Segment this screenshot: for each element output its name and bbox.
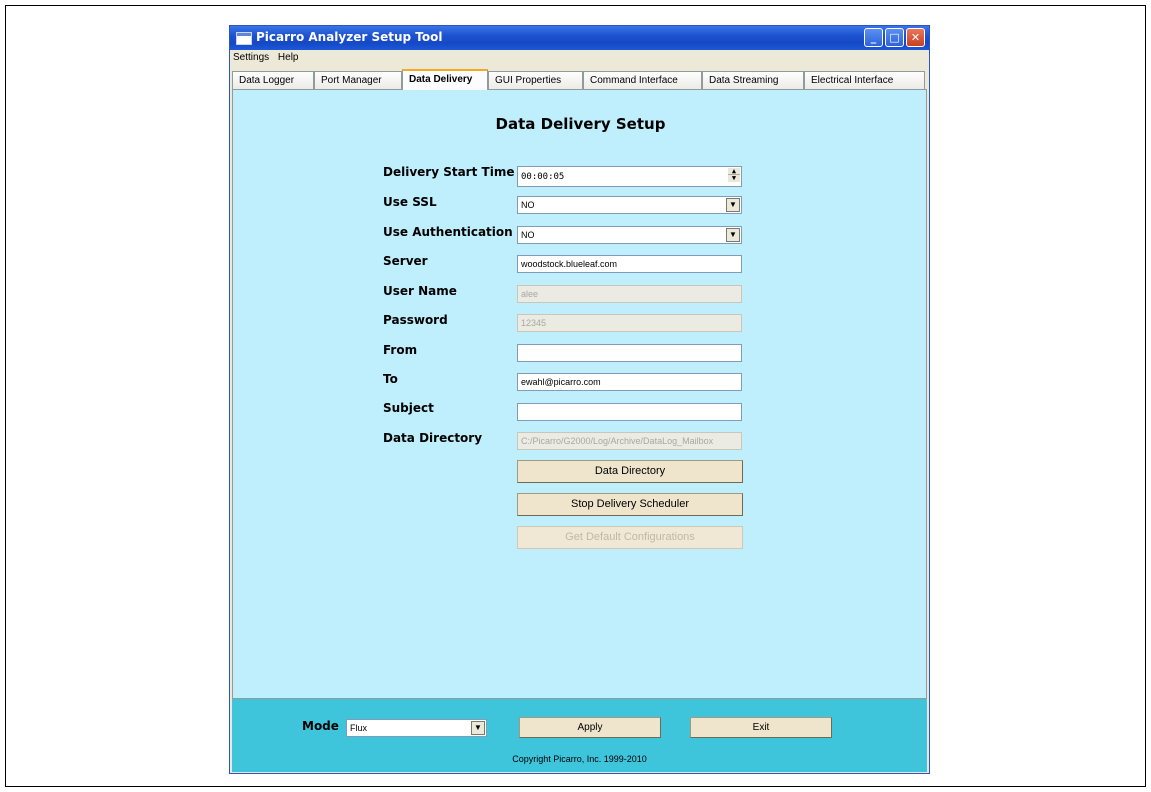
server-input[interactable]: woodstock.blueleaf.com [517,255,742,273]
window-title: Picarro Analyzer Setup Tool [256,30,443,44]
menu-bar: Settings Help [230,50,929,66]
stop-delivery-scheduler-button[interactable]: Stop Delivery Scheduler [517,493,743,516]
use-authentication-select[interactable]: NO ▼ [517,226,742,244]
tab-data-streaming[interactable]: Data Streaming [702,71,804,89]
tab-port-manager[interactable]: Port Manager [314,71,402,89]
from-label: From [383,343,418,357]
subject-label: Subject [383,401,434,415]
close-button[interactable]: ✕ [906,28,925,47]
use-authentication-value: NO [521,230,535,240]
mode-select[interactable]: Flux ▼ [346,719,487,737]
delivery-start-time-value: 00:00:05 [521,172,565,182]
data-directory-button[interactable]: Data Directory [517,460,743,483]
delivery-start-time-input[interactable]: 00:00:05 ▲ ▼ [517,166,742,187]
tab-gui-properties[interactable]: GUI Properties [488,71,583,89]
mode-value: Flux [350,723,368,733]
chevron-down-icon[interactable]: ▼ [726,198,740,212]
get-default-configurations-button: Get Default Configurations [517,526,743,549]
data-directory-input: C:/Picarro/G2000/Log/Archive/DataLog_Mai… [517,432,742,450]
close-icon: ✕ [910,31,921,44]
maximize-button[interactable]: □ [885,28,904,47]
maximize-icon: □ [889,31,900,44]
tab-electrical-interface[interactable]: Electrical Interface [804,71,925,89]
data-delivery-panel: Data Delivery Setup Delivery Start Time … [232,89,927,699]
from-input[interactable] [517,344,742,362]
copyright-text: Copyright Picarro, Inc. 1999-2010 [512,754,647,764]
delivery-start-time-label: Delivery Start Time [383,165,515,179]
password-label: Password [383,313,448,327]
app-window: Picarro Analyzer Setup Tool _ □ ✕ Settin… [229,25,930,774]
mode-label: Mode [302,719,339,733]
tab-data-delivery[interactable]: Data Delivery [402,69,488,90]
use-authentication-label: Use Authentication [383,225,513,239]
use-ssl-value: NO [521,200,535,210]
spin-down-icon[interactable]: ▼ [728,175,740,182]
menu-settings[interactable]: Settings [230,50,272,63]
password-input: 12345 [517,314,742,332]
bottom-bar: Mode Flux ▼ Apply Exit Copyright Picarro… [232,699,927,772]
data-directory-label: Data Directory [383,431,483,445]
menu-help[interactable]: Help [275,50,302,63]
time-spinner[interactable]: ▲ ▼ [728,168,740,182]
user-name-label: User Name [383,284,457,298]
to-label: To [383,372,398,386]
app-icon [236,32,252,45]
exit-button[interactable]: Exit [690,717,832,738]
use-ssl-select[interactable]: NO ▼ [517,196,742,214]
tab-data-logger[interactable]: Data Logger [232,71,314,89]
server-label: Server [383,254,428,268]
page-title: Data Delivery Setup [495,115,666,133]
apply-button[interactable]: Apply [519,717,661,738]
user-name-input: alee [517,285,742,303]
title-bar[interactable]: Picarro Analyzer Setup Tool _ □ ✕ [230,26,929,50]
use-ssl-label: Use SSL [383,195,437,209]
chevron-down-icon[interactable]: ▼ [726,228,740,242]
minimize-button[interactable]: _ [864,28,883,47]
minimize-icon: _ [870,31,877,44]
to-input[interactable]: ewahl@picarro.com [517,373,742,391]
subject-input[interactable] [517,403,742,421]
chevron-down-icon[interactable]: ▼ [471,721,485,735]
tab-command-interface[interactable]: Command Interface [583,71,702,89]
tab-strip: Data Logger Port Manager Data Delivery G… [232,69,927,90]
